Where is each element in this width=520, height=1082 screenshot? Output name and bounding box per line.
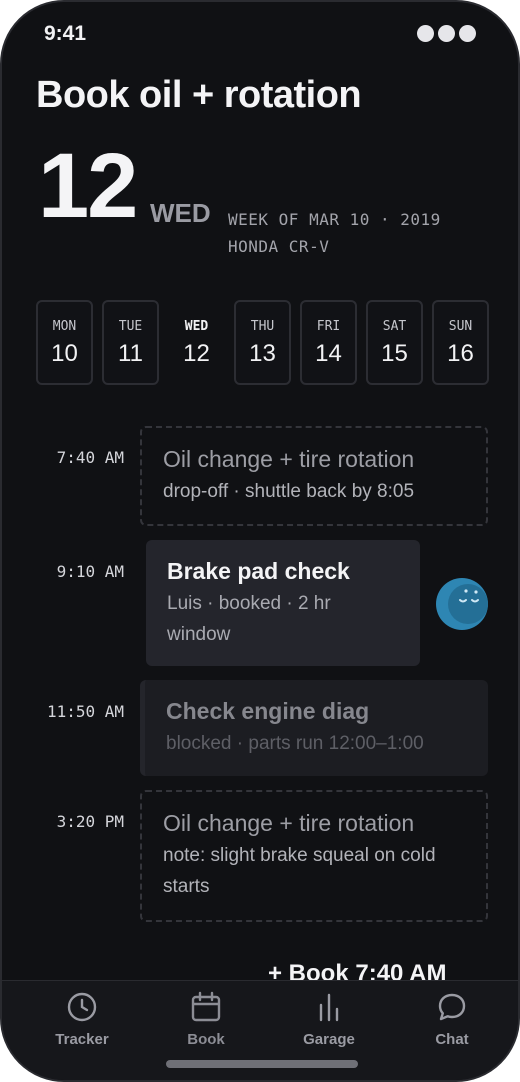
- day-label: MON: [52, 319, 77, 334]
- tab-book[interactable]: Book: [156, 991, 256, 1048]
- blocked-slot-card: Check engine diag blocked · parts run 12…: [140, 680, 488, 776]
- tab-label: Chat: [435, 1031, 469, 1048]
- day-number: 13: [249, 340, 276, 367]
- day-sun[interactable]: SUN 16: [432, 300, 489, 385]
- slot-time: 3:20 PM: [56, 812, 124, 831]
- slot-subtitle: Luis · booked · 2 hr window: [167, 593, 331, 645]
- avatar[interactable]: [436, 578, 488, 630]
- day-number: 16: [447, 340, 474, 367]
- slot-subtitle: blocked · parts run 12:00–1:00: [166, 733, 424, 754]
- day-picker: MON 10 TUE 11 WED 12 THU 13 FRI 14 SAT 1…: [36, 300, 489, 385]
- calendar-icon: [191, 991, 221, 1022]
- tab-label: Book: [187, 1031, 225, 1048]
- slot-subtitle: drop-off · shuttle back by 8:05: [163, 481, 415, 502]
- slot-time: 9:10 AM: [56, 562, 124, 581]
- week-of-label: WEEK OF MAR 10 · 2019: [228, 210, 441, 229]
- day-number: 15: [381, 340, 408, 367]
- day-thu[interactable]: THU 13: [234, 300, 291, 385]
- phone-screen: 9:41 Book oil + rotation 12 WED WEEK OF …: [0, 0, 520, 1082]
- day-number: 10: [51, 340, 78, 367]
- day-fri[interactable]: FRI 14: [300, 300, 357, 385]
- day-sat[interactable]: SAT 15: [366, 300, 423, 385]
- tab-label: Garage: [303, 1031, 355, 1048]
- open-slot-card[interactable]: Oil change + tire rotation note: slight …: [140, 790, 488, 922]
- tab-chat[interactable]: Chat: [402, 991, 502, 1048]
- selected-day-number: 12: [38, 135, 138, 237]
- slot-title: Brake pad check: [167, 558, 350, 584]
- chat-bubble-icon: [438, 993, 466, 1021]
- tab-label: Tracker: [55, 1031, 109, 1048]
- page-title: Book oil + rotation: [36, 74, 362, 116]
- open-slot-card[interactable]: Oil change + tire rotation drop-off · sh…: [140, 426, 488, 526]
- day-label: WED: [184, 319, 209, 334]
- avatar-face-icon: [448, 584, 488, 624]
- slot-time: 7:40 AM: [56, 448, 124, 467]
- day-tue[interactable]: TUE 11: [102, 300, 159, 385]
- bar-chart-icon: [319, 993, 339, 1022]
- status-time: 9:41: [44, 22, 87, 45]
- day-number: 11: [118, 340, 143, 367]
- day-label: SUN: [448, 319, 473, 334]
- day-number: 14: [315, 340, 342, 367]
- tab-tracker[interactable]: Tracker: [32, 991, 132, 1048]
- status-dots-icon: [417, 25, 476, 42]
- day-label: SAT: [382, 319, 407, 334]
- day-label: THU: [250, 319, 275, 334]
- day-label: TUE: [118, 319, 143, 334]
- slot-title: Oil change + tire rotation: [163, 446, 415, 472]
- selected-day-of-week: WED: [150, 198, 211, 228]
- slot-title: Check engine diag: [166, 698, 370, 724]
- home-indicator[interactable]: [166, 1060, 358, 1068]
- day-wed-selected[interactable]: WED 12: [168, 300, 225, 385]
- slot-title: Oil change + tire rotation: [163, 810, 415, 836]
- slot-subtitle: note: slight brake squeal on cold starts: [163, 845, 436, 897]
- day-number: 12: [183, 340, 210, 367]
- vehicle-label: HONDA CR-V: [228, 237, 330, 256]
- clock-icon: [67, 992, 97, 1022]
- tab-garage[interactable]: Garage: [279, 991, 379, 1048]
- day-mon[interactable]: MON 10: [36, 300, 93, 385]
- slot-time: 11:50 AM: [46, 702, 124, 721]
- week-info: WEEK OF MAR 10 · 2019 HONDA CR-V: [228, 206, 441, 260]
- day-label: FRI: [316, 319, 341, 334]
- booked-slot-card[interactable]: Brake pad check Luis · booked · 2 hr win…: [146, 540, 420, 666]
